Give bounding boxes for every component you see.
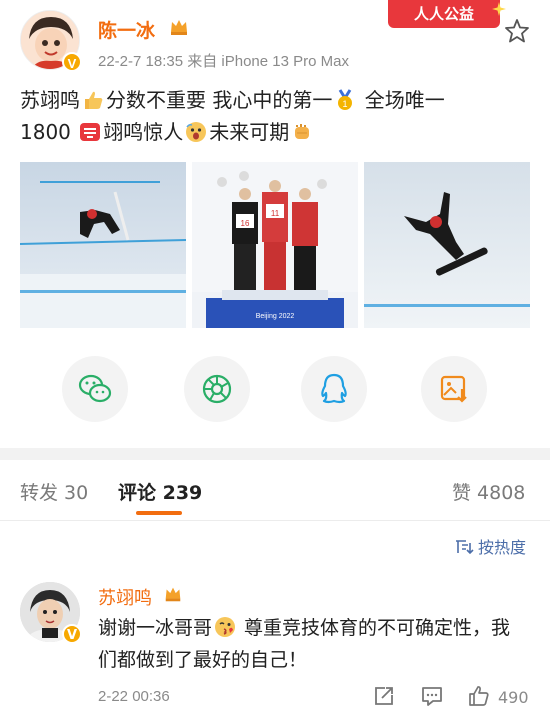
snowboard-jump-photo	[20, 162, 186, 328]
svg-text:11: 11	[271, 209, 280, 218]
post-author-name[interactable]: 陈一冰	[98, 16, 155, 43]
commenter-verified-badge-icon: V	[62, 624, 82, 644]
post-header: V 陈一冰 22-2-7 18:35 来自 iPhone 13 Pro Max …	[0, 0, 550, 80]
kiss-face-emoji-icon	[215, 617, 236, 637]
share-qq-button[interactable]	[301, 356, 367, 422]
tab-comments[interactable]: 评论 239	[118, 478, 202, 505]
snowboard-trick-photo	[364, 162, 530, 328]
sort-icon	[456, 540, 474, 555]
sort-by-hot-button[interactable]: 按热度	[454, 534, 526, 558]
thumbs-up-emoji-icon	[85, 91, 103, 109]
sort-label: 按热度	[478, 538, 527, 557]
qq-icon	[321, 373, 347, 404]
wechat-icon	[78, 374, 112, 403]
repost-icon[interactable]	[372, 684, 396, 708]
post-image-1[interactable]	[20, 162, 186, 328]
share-moments-button[interactable]	[184, 356, 250, 422]
post-image-3[interactable]	[364, 162, 530, 328]
favorite-star-icon[interactable]	[504, 18, 530, 44]
weibo-phrase-emoji-icon	[80, 123, 101, 141]
post-text-part: 分数不重要 我心中的第一	[106, 88, 333, 112]
podium-photo: Beijing 2022 16 11	[192, 162, 358, 328]
post-text-part: 未来可期	[209, 120, 290, 144]
member-crown-icon	[171, 20, 187, 35]
comment-like-count: 490	[498, 688, 529, 707]
fist-emoji-icon	[295, 124, 310, 139]
commenter-avatar[interactable]: V	[20, 582, 82, 644]
comment-text: 谢谢一冰哥哥 尊重竞技体育的不可确定性，我们都做到了最好的自己！	[98, 612, 528, 676]
svg-text:1: 1	[343, 99, 348, 109]
author-avatar[interactable]: V	[20, 10, 82, 72]
active-tab-indicator	[136, 511, 182, 515]
charity-tag[interactable]: 人人公益	[388, 0, 506, 28]
shocked-face-emoji-icon	[186, 122, 207, 142]
comment-text-part: 谢谢一冰哥哥	[98, 617, 213, 639]
charity-tag-label: 人人公益	[413, 5, 474, 23]
tab-reposts[interactable]: 转发 30	[20, 478, 88, 505]
comment-time: 2-22 00:36	[98, 688, 170, 705]
gold-medal-emoji-icon: 1	[338, 89, 353, 110]
like-icon[interactable]	[467, 684, 491, 708]
section-divider	[0, 448, 550, 460]
reply-icon[interactable]	[420, 684, 444, 708]
sparkle-icon	[492, 2, 506, 16]
post-text-part: 1800	[20, 120, 71, 144]
save-image-button[interactable]	[421, 356, 487, 422]
post-image-2[interactable]: Beijing 2022 16 11	[192, 162, 358, 328]
post-text-part: 翊鸣惊人	[103, 120, 184, 144]
tab-likes[interactable]: 赞 4808	[452, 478, 525, 505]
moments-icon	[202, 374, 232, 404]
svg-text:16: 16	[241, 219, 250, 228]
post-body: 苏翊鸣 分数不重要 我心中的第一 1 全场唯一 1800 翊鸣惊人 未来可期	[20, 84, 536, 148]
commenter-name[interactable]: 苏翊鸣	[98, 584, 152, 610]
post-text-part: 全场唯一	[364, 88, 445, 112]
tab-divider	[0, 520, 550, 521]
verified-badge-icon: V	[62, 52, 82, 72]
share-wechat-button[interactable]	[62, 356, 128, 422]
post-meta: 22-2-7 18:35 来自 iPhone 13 Pro Max	[98, 53, 349, 70]
post-text-part: 苏翊鸣	[20, 88, 80, 112]
commenter-crown-icon	[165, 587, 181, 602]
svg-text:Beijing 2022: Beijing 2022	[256, 313, 295, 320]
save-image-icon	[440, 375, 467, 403]
